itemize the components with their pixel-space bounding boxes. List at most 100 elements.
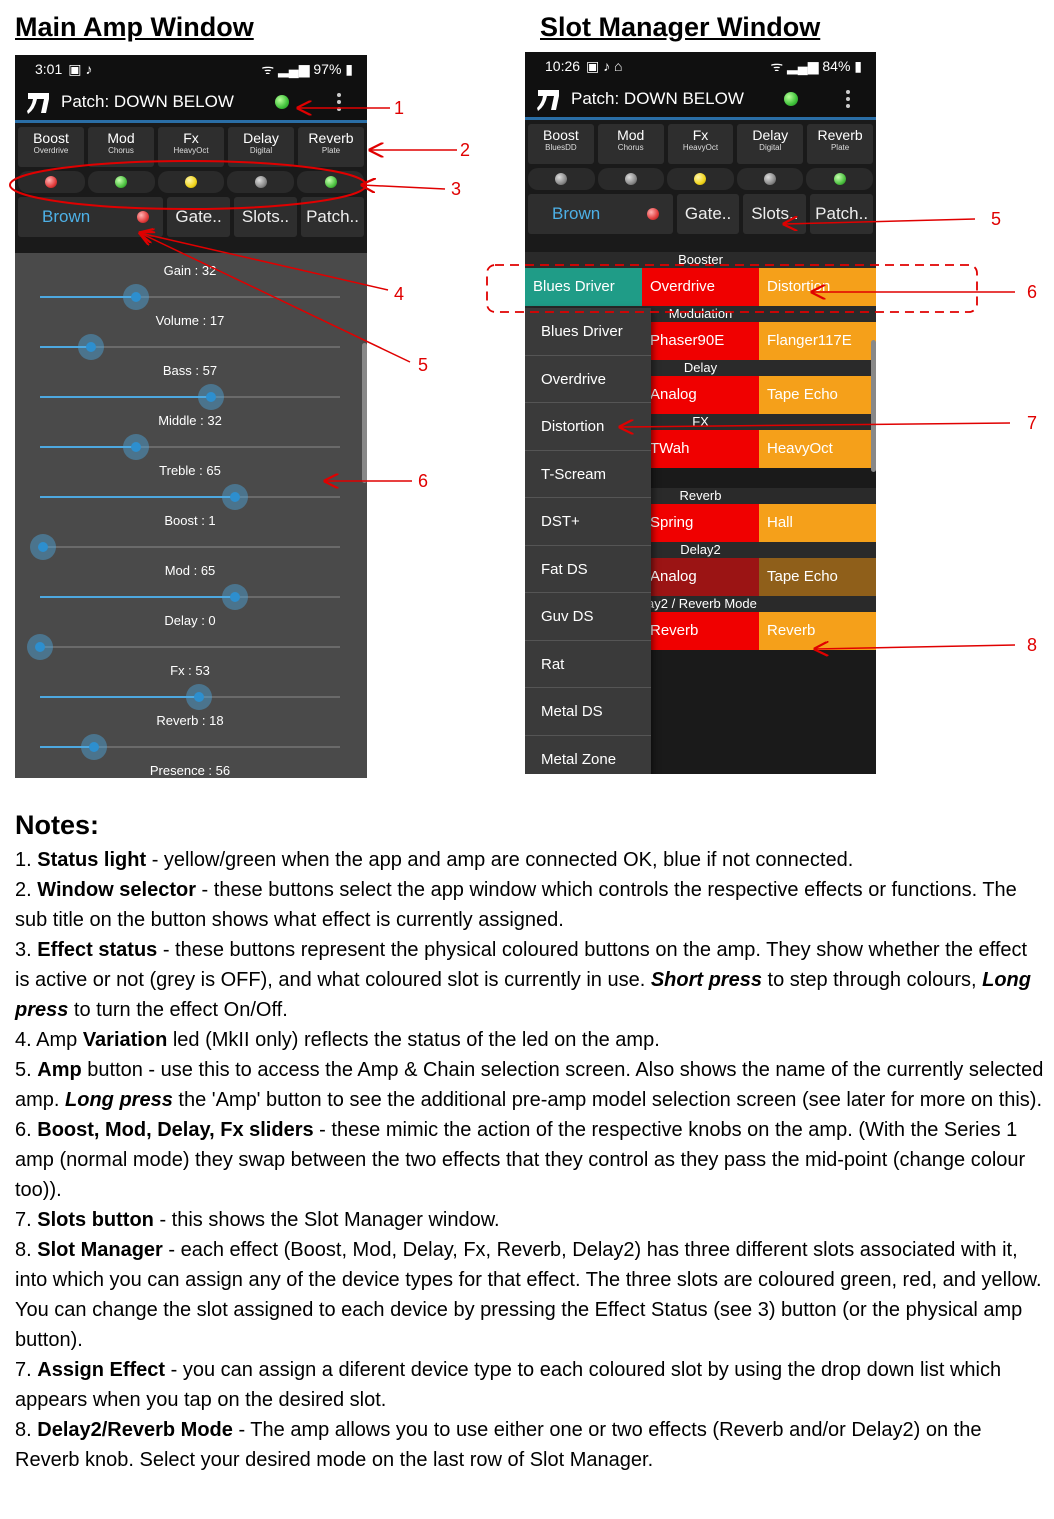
note-rest3: to turn the effect On/Off. [68, 999, 288, 1021]
effect-status-button[interactable] [528, 168, 595, 190]
slot-cell[interactable]: Analog [642, 558, 759, 596]
main-amp-screenshot: 3:01 ▣ ♪ ᯤ ▂▄▆ 97% ▮ Patch: DOWN BELOW Bo… [15, 55, 367, 778]
slider-track[interactable] [40, 384, 340, 410]
dropdown-item[interactable]: Guv DS [525, 593, 651, 641]
window-button-boost[interactable]: Boost BluesDD [528, 124, 594, 164]
slider-track[interactable] [40, 434, 340, 460]
slot-cell[interactable]: Blues Driver [525, 268, 642, 306]
slot-cell[interactable]: Flanger117E [759, 322, 876, 360]
slider-thumb[interactable] [30, 534, 56, 560]
slider-thumb[interactable] [78, 334, 104, 360]
slot-cell[interactable]: Tape Echo [759, 376, 876, 414]
slot-cell[interactable]: TWah [642, 430, 759, 468]
notes-title: Notes: [15, 810, 100, 840]
slider-track[interactable] [40, 484, 340, 510]
slider-thumb[interactable] [198, 384, 224, 410]
effect-status-button[interactable] [806, 168, 873, 190]
slider-fill [40, 396, 211, 398]
overflow-menu-icon[interactable] [337, 92, 343, 111]
note-item: 3. Effect status - these buttons represe… [15, 935, 1045, 1025]
nav-row: Brown Gate.. Slots.. Patch.. [525, 194, 876, 240]
slot-cell[interactable]: Distortion [759, 268, 876, 306]
slot-cell[interactable]: Tape Echo [759, 558, 876, 596]
effect-led [45, 176, 58, 188]
slider-thumb[interactable] [27, 634, 53, 660]
slot-cell[interactable]: Analog [642, 376, 759, 414]
slider-panel: Gain : 32 Volume : 17 Bass : 57 Middle : 32… [15, 253, 367, 778]
dropdown-item[interactable]: DST+ [525, 498, 651, 546]
slider-label: Middle : 32 [158, 413, 222, 428]
amp-button[interactable]: Brown [528, 194, 673, 234]
amp-button[interactable]: Brown [18, 197, 164, 237]
dropdown-item[interactable]: Metal Zone [525, 736, 651, 775]
patch-button[interactable]: Patch.. [810, 194, 873, 234]
effect-status-button[interactable] [736, 168, 804, 190]
window-button-mod[interactable]: Mod Chorus [88, 127, 154, 167]
slider-thumb[interactable] [222, 584, 248, 610]
slot-cell[interactable]: HeavyOct [759, 430, 876, 468]
window-button-delay[interactable]: Delay Digital [737, 124, 804, 164]
window-button-boost[interactable]: Boost Overdrive [18, 127, 84, 167]
slot-cell[interactable]: Phaser90E [642, 322, 759, 360]
patch-button[interactable]: Patch.. [301, 197, 365, 237]
slider-thumb[interactable] [222, 484, 248, 510]
annotation-label: 2 [460, 140, 471, 160]
slider-thumb[interactable] [123, 284, 149, 310]
slider-track[interactable] [40, 334, 340, 360]
window-button-reverb[interactable]: Reverb Plate [807, 124, 873, 164]
effect-status-button[interactable] [227, 171, 295, 193]
dropdown-item[interactable]: Blues Driver [525, 308, 651, 356]
slider-label: Boost : 1 [164, 513, 216, 528]
slider-track[interactable] [40, 284, 340, 310]
dropdown-item[interactable]: Overdrive [525, 356, 651, 403]
slider-track[interactable] [27, 634, 340, 660]
window-button-fx[interactable]: Fx HeavyOct [667, 124, 734, 164]
slider-track[interactable] [40, 684, 340, 710]
effect-status-button[interactable] [667, 168, 734, 190]
dropdown-item[interactable]: Rat [525, 641, 651, 688]
gate-button[interactable]: Gate.. [676, 194, 740, 234]
slot-cell[interactable]: Spring [642, 504, 759, 542]
window-button-reverb[interactable]: Reverb Plate [298, 127, 364, 167]
slot-cell[interactable]: Reverb [759, 612, 876, 650]
app-bar: Patch: DOWN BELOW [15, 83, 367, 123]
slot-cell[interactable]: Reverb [642, 612, 759, 650]
device-dropdown: Blues Driver Overdrive Distortion T-Scream D… [525, 308, 651, 774]
slot-cell[interactable]: Overdrive [642, 268, 759, 306]
slider-track[interactable] [30, 534, 340, 560]
slider-thumb[interactable] [186, 684, 212, 710]
notification-icon: ▣ ♪ [68, 60, 93, 77]
effect-status-button[interactable] [297, 171, 364, 193]
window-button-mod[interactable]: Mod Chorus [597, 124, 664, 164]
scroll-indicator[interactable] [871, 340, 876, 472]
slider-track[interactable] [40, 734, 340, 760]
note-rest: - yellow/green when the app and amp are … [146, 849, 854, 871]
note-rest: - this shows the Slot Manager window. [153, 1209, 500, 1231]
dropdown-item[interactable]: Distortion [525, 403, 651, 451]
effect-status-button[interactable] [157, 171, 225, 193]
overflow-menu-icon[interactable] [846, 89, 852, 108]
slider-thumb[interactable] [123, 434, 149, 460]
note-bold: Variation [82, 1029, 168, 1051]
slider-track[interactable] [40, 584, 340, 610]
window-button-fx[interactable]: Fx HeavyOct [158, 127, 224, 167]
slots-button[interactable]: Slots.. [234, 197, 298, 237]
app-logo-icon [535, 84, 565, 114]
effect-status-button[interactable] [18, 171, 85, 193]
window-button-delay[interactable]: Delay Digital [228, 127, 294, 167]
note-rest2: the 'Amp' button to see the additional p… [172, 1089, 1043, 1111]
slots-button[interactable]: Slots.. [743, 194, 807, 234]
gate-button[interactable]: Gate.. [167, 197, 231, 237]
dropdown-item[interactable]: T-Scream [525, 451, 651, 498]
status-bar: 3:01 ▣ ♪ ᯤ ▂▄▆ 97% ▮ [15, 55, 367, 83]
dropdown-item[interactable]: Metal DS [525, 688, 651, 736]
effect-status-button[interactable] [87, 171, 155, 193]
effect-led [324, 176, 337, 188]
slot-cell[interactable]: Hall [759, 504, 876, 542]
slider-thumb[interactable] [81, 734, 107, 760]
dropdown-item[interactable]: Fat DS [525, 546, 651, 593]
note-num: 2. [15, 879, 38, 901]
effect-status-button[interactable] [597, 168, 665, 190]
slider-label: Treble : 65 [159, 463, 221, 478]
note-rest: led (MkII only) reflects the status of t… [167, 1029, 660, 1051]
